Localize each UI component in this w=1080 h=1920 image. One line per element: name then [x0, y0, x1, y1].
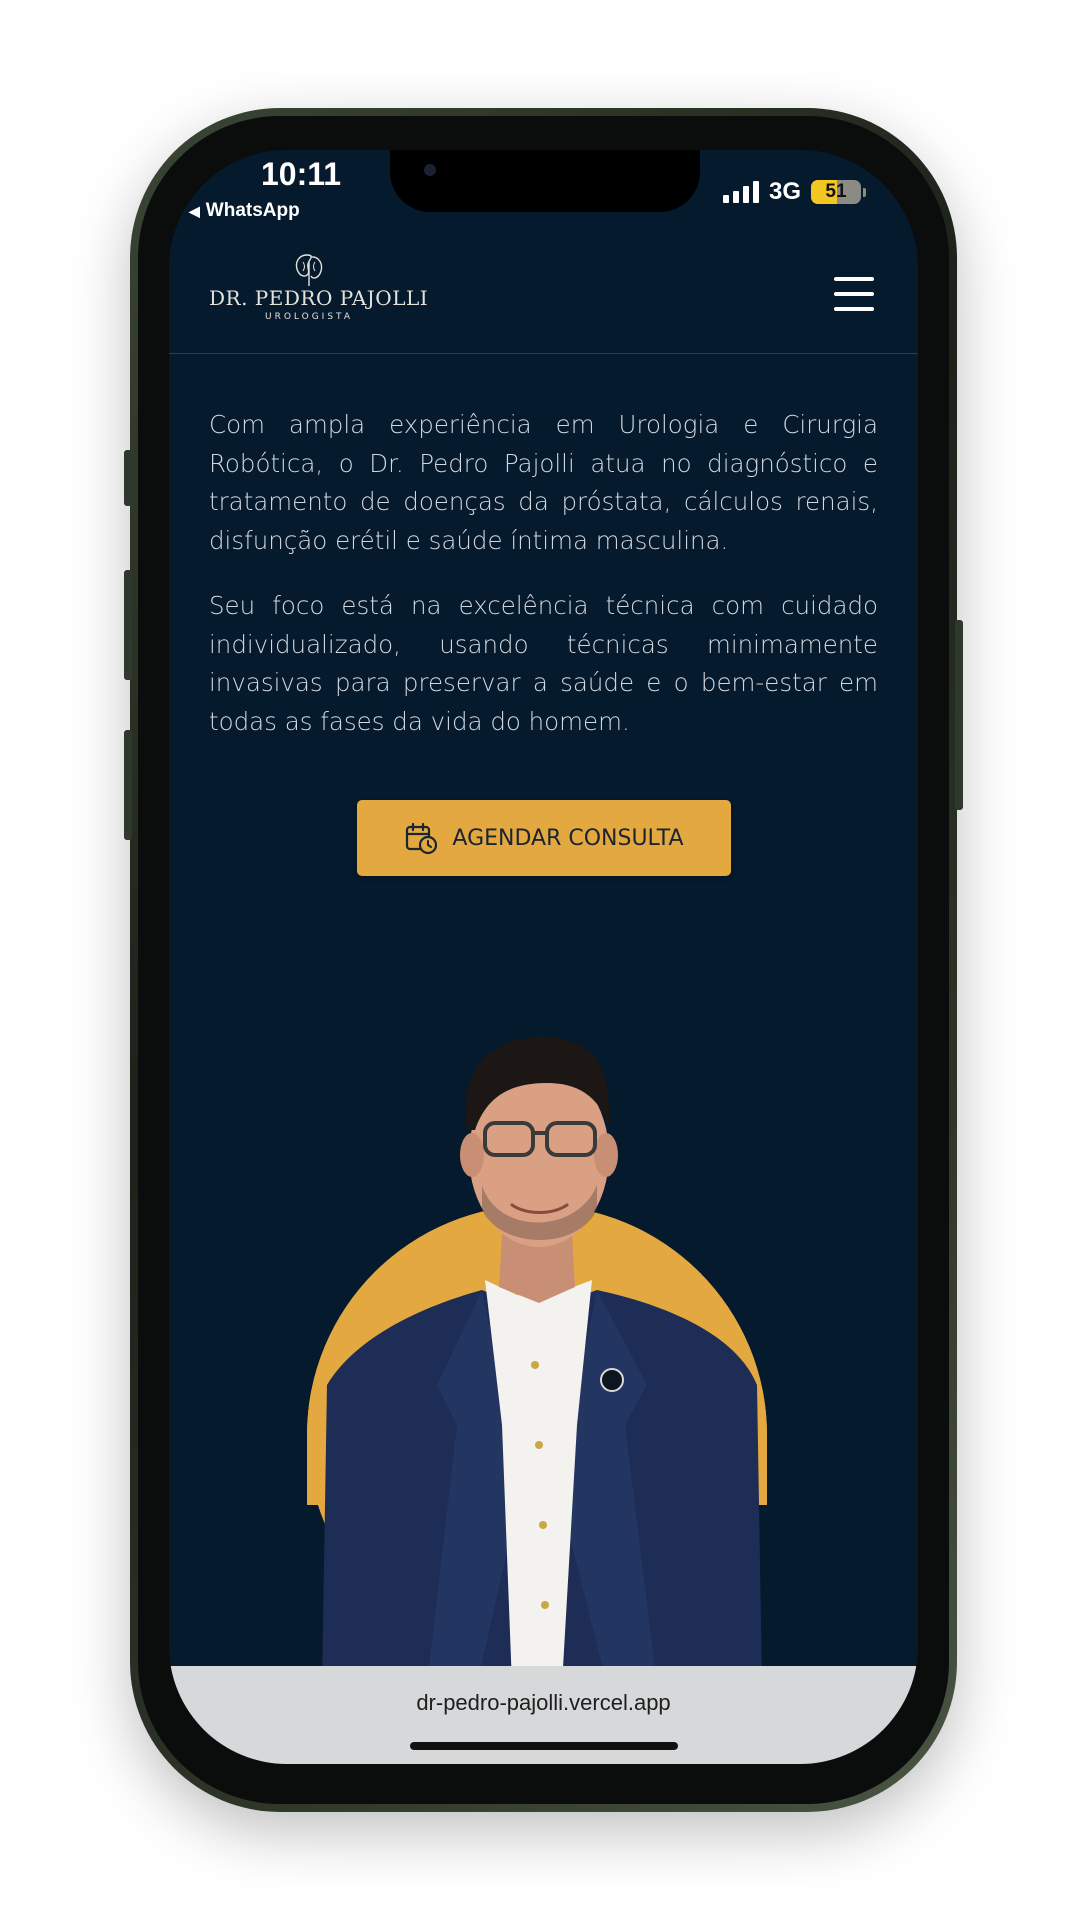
calendar-clock-icon: [406, 822, 438, 855]
battery-percent: 51: [825, 181, 847, 202]
battery-icon: 51: [811, 180, 861, 204]
menu-line: [834, 292, 874, 296]
back-triangle-icon: ◀: [189, 202, 200, 219]
about-paragraph-1: Com ampla experiência em Urologia e Ciru…: [209, 410, 878, 555]
battery-tip: [863, 187, 866, 197]
status-time: 10:11: [261, 156, 342, 192]
screen: DR. PEDRO PAJOLLI UROLOGISTA 10:11 ◀ Wha…: [169, 150, 918, 1764]
menu-line: [834, 307, 874, 311]
volume-down-button: [124, 730, 132, 840]
cellular-signal-icon: [722, 181, 759, 203]
status-indicators: 3G 51: [722, 178, 866, 206]
schedule-appointment-label: AGENDAR CONSULTA: [452, 825, 684, 851]
url-text: dr-pedro-pajolli.vercel.app: [416, 1690, 671, 1715]
notch: [390, 150, 700, 212]
kidney-icon: [295, 254, 323, 286]
hamburger-menu-icon[interactable]: [834, 277, 874, 311]
back-app-label: WhatsApp: [205, 200, 300, 221]
front-camera: [424, 164, 436, 176]
home-indicator[interactable]: [410, 1742, 678, 1750]
logo-subtitle: UROLOGISTA: [265, 312, 353, 322]
schedule-appointment-button[interactable]: AGENDAR CONSULTA: [357, 800, 731, 876]
back-to-app-link[interactable]: ◀ WhatsApp: [189, 200, 300, 222]
about-section: Com ampla experiência em Urologia e Ciru…: [209, 406, 878, 768]
mute-switch: [124, 450, 132, 506]
about-paragraph-2: Seu foco está na excelência técnica com …: [209, 591, 878, 736]
doctor-portrait: [307, 1036, 767, 1685]
volume-up-button: [124, 570, 132, 680]
network-type: 3G: [768, 178, 801, 205]
power-button: [955, 620, 963, 810]
logo-name: DR. PEDRO PAJOLLI: [209, 286, 429, 310]
site-logo[interactable]: DR. PEDRO PAJOLLI UROLOGISTA: [209, 252, 429, 322]
browser-address-bar[interactable]: dr-pedro-pajolli.vercel.app: [169, 1666, 918, 1764]
menu-line: [834, 277, 874, 281]
